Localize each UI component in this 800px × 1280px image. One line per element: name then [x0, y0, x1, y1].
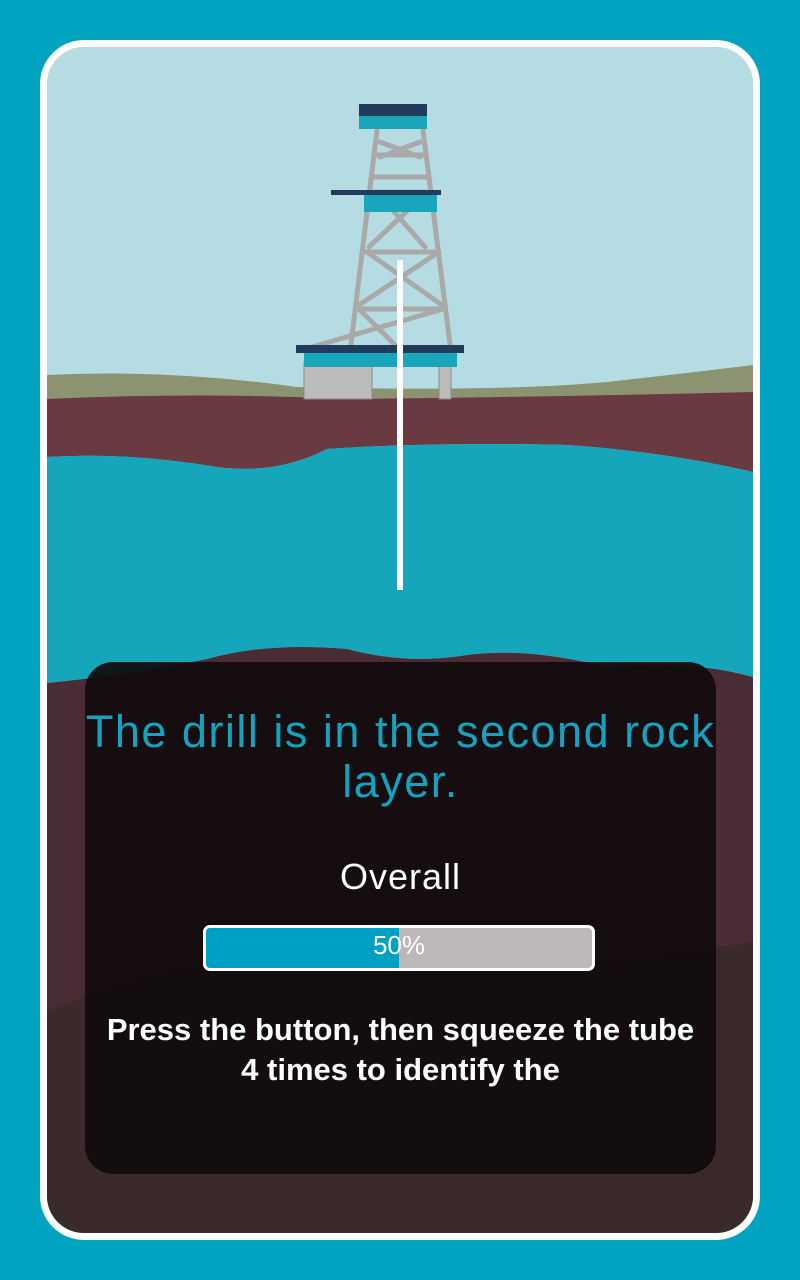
rig-base-block — [303, 361, 373, 400]
progress-percent: 50% — [372, 930, 426, 960]
progress-label: Overall — [339, 856, 462, 897]
rig-floor-bar — [296, 345, 464, 353]
rig-base-leg — [438, 361, 452, 400]
crown-block-top — [359, 104, 427, 116]
rig-floor-block — [304, 353, 457, 367]
mid-platform-bar — [331, 190, 441, 195]
status-panel: The drill is in the second rock layer. O… — [85, 662, 716, 1174]
instructions-text: Press the button, then squeeze the tube … — [106, 1012, 695, 1087]
status-message: The drill is in the second rock layer. — [85, 706, 716, 807]
mid-platform-block — [364, 195, 437, 212]
drill-pipe — [397, 260, 403, 590]
progress-bar: 50% — [203, 925, 595, 971]
game-card: The drill is in the second rock layer. O… — [40, 40, 760, 1240]
crown-block — [359, 116, 427, 129]
